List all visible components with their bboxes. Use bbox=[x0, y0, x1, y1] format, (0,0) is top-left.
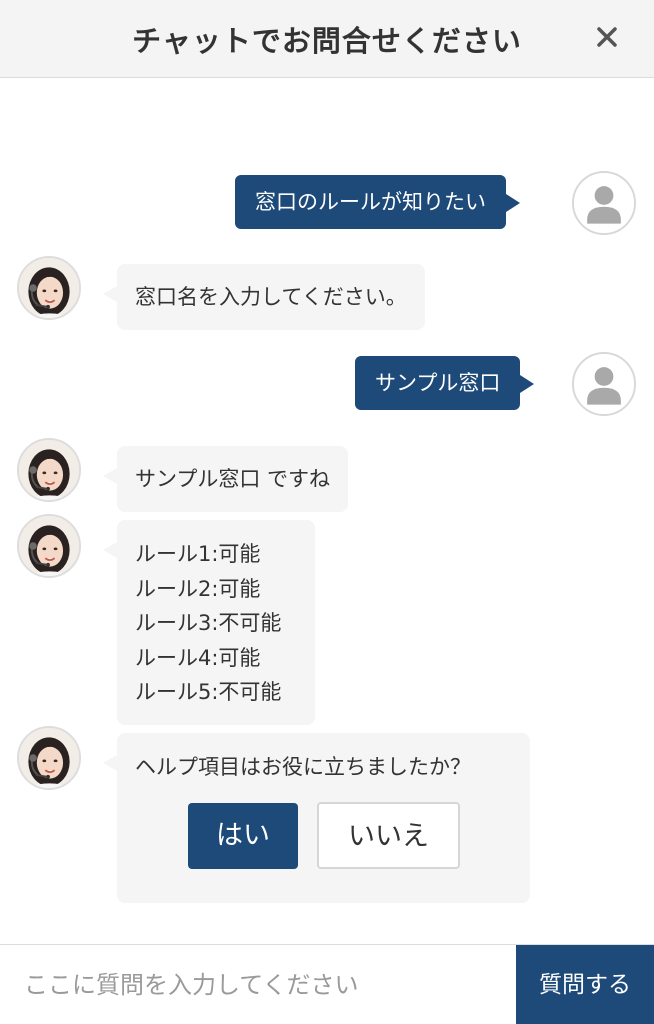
user-avatar-icon bbox=[572, 171, 636, 235]
bot-message: 窓口名を入力してください。 bbox=[103, 264, 425, 330]
chat-window: チャットでお問合せください 窓口のルールが知りたい 窓口名を入力してください。 … bbox=[0, 0, 654, 1024]
user-message: サンプル窓口 bbox=[355, 356, 535, 410]
send-question-button[interactable]: 質問する bbox=[516, 945, 654, 1024]
chat-header: チャットでお問合せください bbox=[0, 0, 654, 78]
rule-line: ルール5:不可能 bbox=[135, 680, 282, 704]
operator-avatar bbox=[17, 514, 81, 578]
chat-title: チャットでお問合せください bbox=[132, 24, 522, 58]
feedback-question: ヘルプ項目はお役に立ちましたか？ bbox=[135, 755, 471, 779]
rule-line: ルール3:不可能 bbox=[135, 611, 282, 635]
operator-avatar bbox=[17, 438, 81, 502]
rule-line: ルール1:可能 bbox=[135, 542, 261, 566]
close-icon[interactable] bbox=[590, 20, 624, 54]
rule-line: ルール2:可能 bbox=[135, 576, 261, 601]
operator-avatar bbox=[17, 726, 81, 790]
operator-avatar bbox=[17, 256, 81, 320]
yes-button[interactable]: はい bbox=[188, 803, 298, 869]
rule-line: ルール4:可能 bbox=[135, 645, 261, 670]
bot-message: サンプル窓口 ですね bbox=[102, 446, 349, 512]
no-button[interactable]: いいえ bbox=[317, 802, 460, 869]
question-input[interactable] bbox=[0, 945, 516, 1024]
user-message: 窓口のルールが知りたい bbox=[235, 175, 520, 229]
bot-rules-message: ルール1:可能 ルール2:可能 ルール3:不可能 ルール4:可能 ルール5:不可… bbox=[103, 520, 315, 725]
user-avatar-icon bbox=[572, 352, 636, 416]
chat-input-bar: 質問する bbox=[0, 944, 654, 1024]
